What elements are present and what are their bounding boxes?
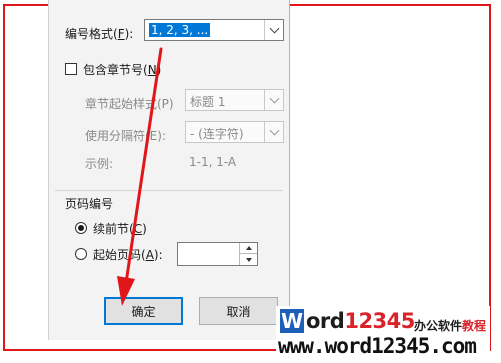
watermark: W ord12345 办公软件教程 www.word12345.com xyxy=(276,306,490,358)
watermark-logo-text: ord12345 xyxy=(306,309,415,333)
watermark-url: www.word12345.com xyxy=(278,334,477,358)
watermark-tagline: 办公软件教程 xyxy=(414,319,487,333)
watermark-logo-letter: W xyxy=(280,309,304,333)
